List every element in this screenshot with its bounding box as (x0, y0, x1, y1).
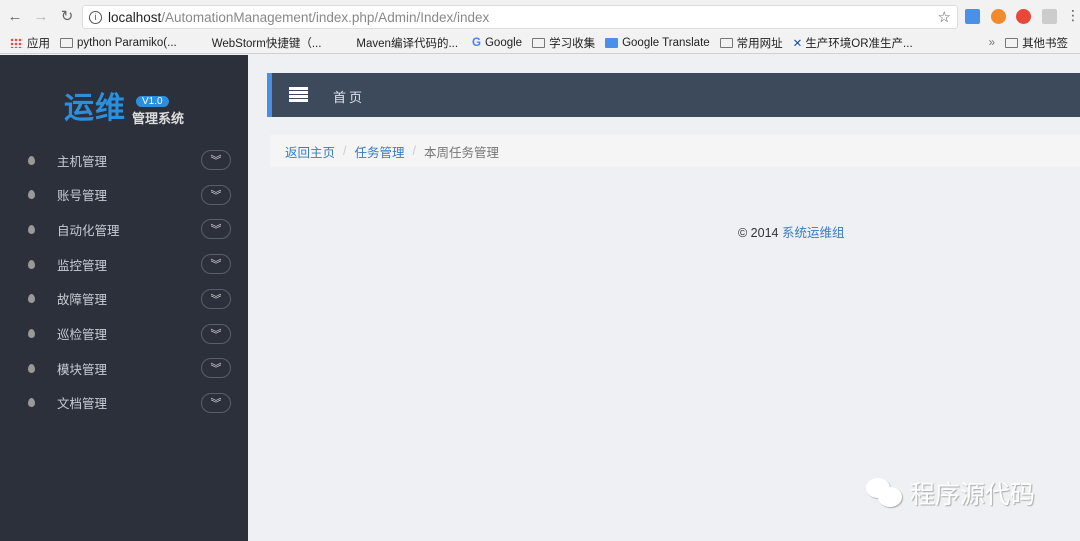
menu-kebab-icon[interactable]: ⋮ (1066, 7, 1080, 24)
sidebar-item-label: 自动化管理 (57, 223, 120, 238)
logo[interactable]: 运维 V1.0 管理系统 (64, 83, 184, 127)
bookmark-folder[interactable]: 常用网址 (719, 35, 783, 51)
folder-icon (1005, 37, 1019, 48)
footer-team-link[interactable]: 系统运维组 (782, 226, 845, 240)
top-header: 首页 (267, 73, 1080, 117)
folder-icon (719, 37, 733, 48)
chevron-down-icon[interactable]: ︾ (201, 288, 231, 309)
drop-icon (28, 224, 35, 234)
apps-grid-icon (10, 37, 23, 48)
x-icon: ✕ (792, 37, 803, 50)
reload-icon[interactable]: ↻ (56, 7, 78, 25)
sidebar-item-label: 文档管理 (57, 397, 108, 412)
bookmark-folder[interactable]: 学习收集 (532, 35, 595, 51)
bookmark[interactable]: Maven编译代码的... (339, 35, 458, 51)
sidebar-item[interactable]: 账号管理 ︾ (0, 180, 248, 210)
sidebar-item-label: 主机管理 (57, 154, 108, 169)
chevron-down-icon[interactable]: ︾ (201, 323, 231, 344)
drop-icon (28, 190, 35, 200)
bookmark[interactable]: Google Translate (605, 37, 710, 49)
header-home-link[interactable]: 首页 (333, 87, 365, 106)
address-bar[interactable]: i localhost/AutomationManagement/index.p… (82, 5, 958, 29)
forward-icon[interactable]: → (30, 8, 52, 25)
sidebar-item[interactable]: 主机管理 ︾ (0, 145, 248, 175)
sidebar-item[interactable]: 监控管理 ︾ (0, 249, 248, 279)
info-icon[interactable]: i (89, 10, 102, 24)
watermark: 程序源代码 (866, 475, 1035, 511)
breadcrumb: 返回主页 / 任务管理 / 本周任务管理 (270, 135, 1080, 167)
drop-icon (28, 398, 35, 408)
list-menu-icon[interactable] (289, 87, 308, 102)
bookmark[interactable]: G Google (472, 37, 522, 49)
breadcrumb-section[interactable]: 任务管理 (355, 142, 405, 161)
breadcrumb-current: 本周任务管理 (424, 145, 500, 160)
extension-icon[interactable] (1042, 9, 1057, 24)
sidebar-item[interactable]: 巡检管理 ︾ (0, 319, 248, 349)
other-bookmarks[interactable]: 其他书签 (1005, 35, 1068, 51)
drop-icon (28, 294, 35, 304)
back-icon[interactable]: ← (4, 8, 26, 25)
wechat-icon (866, 478, 904, 508)
chevron-down-icon[interactable]: ︾ (201, 358, 231, 379)
sidebar-item-label: 巡检管理 (57, 328, 108, 342)
footer: © 2014 系统运维组 (738, 226, 845, 240)
sidebar-item[interactable]: 文档管理 ︾ (0, 388, 248, 418)
sidebar-item-label: 故障管理 (57, 293, 108, 308)
chevron-down-icon[interactable]: ︾ (201, 254, 231, 275)
bookmarks-overflow[interactable]: » (989, 37, 995, 49)
chevron-down-icon[interactable]: ︾ (201, 184, 231, 205)
chevron-down-icon[interactable]: ︾ (201, 392, 231, 413)
sidebar-item[interactable]: 自动化管理 ︾ (0, 214, 248, 244)
bookmark-apps[interactable]: 应用 (10, 35, 50, 51)
folder-icon (532, 37, 546, 48)
breadcrumb-home[interactable]: 返回主页 (285, 142, 335, 161)
drop-icon (28, 259, 35, 269)
drop-icon (28, 155, 35, 165)
google-icon: G (472, 36, 481, 49)
sidebar-item[interactable]: 模块管理 ︾ (0, 353, 248, 383)
bookmark[interactable]: python Paramiko(... (60, 37, 177, 49)
bookmark-star-icon[interactable]: ☆ (938, 8, 951, 26)
drop-icon (28, 329, 35, 338)
translate-icon (605, 37, 619, 48)
translate-extension-icon[interactable] (965, 9, 980, 24)
chevron-down-icon[interactable]: ︾ (201, 219, 231, 240)
drop-icon (28, 363, 35, 373)
sidebar-item-label: 账号管理 (57, 189, 108, 204)
site-icon (339, 38, 352, 48)
sidebar-item-label: 模块管理 (57, 362, 108, 377)
extension-icon[interactable] (991, 9, 1006, 24)
chevron-down-icon[interactable]: ︾ (201, 150, 231, 170)
sidebar-item-label: 监控管理 (57, 258, 108, 273)
bookmark[interactable]: ✕ 生产环境OR准生产... (793, 35, 913, 51)
extension-icon[interactable] (1016, 9, 1031, 24)
site-icon (195, 38, 208, 48)
bookmark[interactable]: WebStorm快捷键（... (195, 35, 322, 51)
bookmarks-bar: 应用 python Paramiko(... WebStorm快捷键（... M… (0, 32, 1080, 54)
book-icon (60, 37, 73, 48)
sidebar-item[interactable]: 故障管理 ︾ (0, 284, 248, 314)
